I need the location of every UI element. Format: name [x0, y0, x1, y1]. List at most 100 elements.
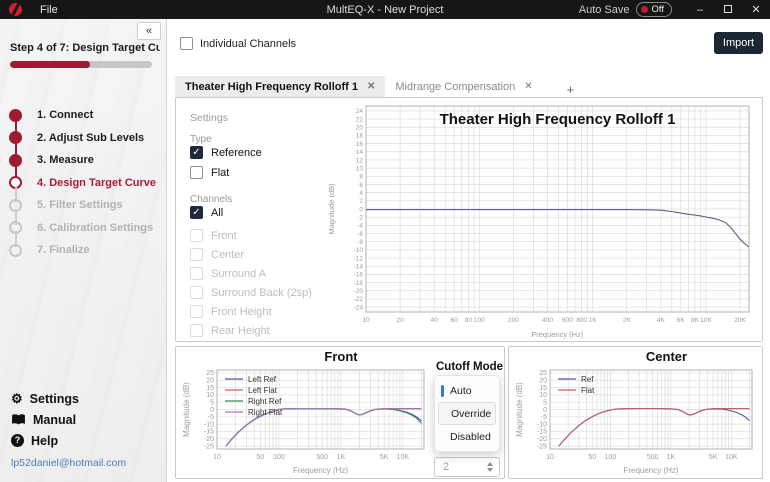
sidebar-step-adjust-sub-levels[interactable]: 2. Adjust Sub Levels	[0, 118, 166, 150]
close-button[interactable]: ✕	[742, 3, 770, 16]
svg-text:14: 14	[356, 149, 364, 156]
tab-close-icon[interactable]: ✕	[367, 81, 375, 92]
settings-label: Settings	[29, 391, 79, 406]
svg-text:10: 10	[546, 454, 554, 461]
channel-front-height-label: Front Height	[211, 305, 272, 318]
spin-up-icon[interactable]	[487, 462, 493, 466]
autosave-status-dot-icon	[640, 6, 648, 13]
order-spinner[interactable]: 2	[434, 457, 500, 477]
type-section-label: Type	[190, 134, 212, 145]
svg-text:100: 100	[474, 317, 485, 324]
tab-theater-high-frequency-rolloff[interactable]: Theater High Frequency Rolloff 1 ✕	[175, 76, 386, 97]
checkbox-icon	[190, 206, 203, 219]
sidebar-step-measure[interactable]: 3. Measure	[0, 141, 166, 172]
type-reference-checkbox[interactable]: Reference	[190, 146, 262, 159]
file-menu[interactable]: File	[32, 4, 66, 16]
svg-text:6: 6	[359, 182, 363, 189]
channel-surround-a-label: Surround A	[211, 267, 267, 280]
svg-text:10: 10	[206, 392, 214, 399]
checkbox-icon	[180, 37, 193, 50]
svg-text:-5: -5	[208, 414, 214, 421]
settings-button[interactable]: ⚙ Settings	[11, 388, 126, 409]
svg-text:-6: -6	[357, 231, 363, 238]
svg-text:-10: -10	[204, 421, 214, 428]
svg-text:500: 500	[647, 454, 659, 461]
svg-text:25: 25	[539, 370, 547, 377]
target-curve-chart[interactable]: -24 -22 -20 -18 -16 -14 -12 -10 -8 -6 -4 -2 0 2 4 6 8 10 1…	[326, 101, 758, 339]
autosave-toggle[interactable]: Off	[635, 2, 672, 17]
checkbox-icon	[190, 267, 203, 280]
channel-surround-back-label: Surround Back (2sp)	[211, 286, 312, 299]
import-button[interactable]: Import	[714, 32, 763, 54]
center-channel-panel: Center -25 -20 -15 -10 -5 0 5 10 15 20 25 10 50 100 50…	[508, 346, 763, 479]
tab-midrange-compensation[interactable]: Midrange Compensation ✕	[385, 76, 542, 97]
type-flat-checkbox[interactable]: Flat	[190, 166, 229, 179]
svg-text:-20: -20	[537, 436, 547, 443]
svg-text:-8: -8	[357, 239, 363, 246]
account-email-link[interactable]: lp52daniel@hotmail.com	[11, 457, 126, 469]
svg-text:10: 10	[362, 317, 370, 324]
center-channel-chart[interactable]: -25 -20 -15 -10 -5 0 5 10 15 20 25 10 50 100 500 1K 5K 10…	[514, 366, 759, 475]
svg-text:-15: -15	[204, 429, 214, 436]
sidebar-step-filter-settings[interactable]: 5. Filter Settings	[0, 186, 166, 217]
cutoff-option-disabled[interactable]: Disabled	[438, 425, 496, 448]
svg-text:Left Flat: Left Flat	[248, 386, 278, 395]
svg-text:-10: -10	[537, 421, 547, 428]
main-content: Individual Channels Import Theater High …	[167, 19, 770, 482]
target-curve-panel: Settings Type Reference Flat Channels Al…	[175, 97, 763, 342]
title-bar: File MultEQ-X - New Project Auto Save Of…	[0, 0, 770, 19]
svg-text:2: 2	[359, 198, 363, 205]
spin-down-icon[interactable]	[487, 468, 493, 472]
step-dot-icon	[9, 243, 22, 257]
svg-text:-25: -25	[537, 443, 547, 450]
svg-text:10: 10	[539, 392, 547, 399]
sidebar-step-design-target-curve[interactable]: 4. Design Target Curve	[0, 163, 166, 195]
svg-text:0: 0	[543, 407, 547, 414]
svg-text:10K: 10K	[700, 317, 712, 324]
manual-label: Manual	[33, 412, 77, 427]
svg-text:Magnitude (dB): Magnitude (dB)	[182, 382, 191, 437]
channel-all-checkbox[interactable]: All	[190, 206, 223, 219]
sidebar-collapse-button[interactable]: «	[137, 22, 161, 40]
front-channel-chart[interactable]: -25 -20 -15 -10 -5 0 5 10 15 20 25 10 50 100 500 1K 5K 10…	[181, 366, 431, 475]
svg-text:2K: 2K	[623, 317, 632, 324]
sidebar-step-calibration-settings[interactable]: 6. Calibration Settings	[0, 208, 166, 240]
svg-text:5: 5	[543, 399, 547, 406]
checkbox-icon	[190, 305, 203, 318]
checkbox-icon	[190, 166, 203, 179]
checkbox-icon	[190, 324, 203, 337]
step-label: 7. Finalize	[37, 244, 90, 257]
channel-front-label: Front	[211, 229, 237, 242]
help-button[interactable]: ? Help	[11, 430, 126, 451]
svg-text:-10: -10	[354, 247, 364, 254]
svg-text:600: 600	[562, 317, 573, 324]
svg-text:25: 25	[206, 370, 214, 377]
progress-bar	[10, 61, 152, 68]
tab-close-icon[interactable]: ✕	[524, 81, 532, 92]
svg-text:-16: -16	[354, 272, 364, 279]
cutoff-option-override[interactable]: Override	[438, 402, 496, 425]
svg-text:1K: 1K	[667, 454, 676, 461]
individual-channels-checkbox[interactable]: Individual Channels	[180, 37, 296, 50]
sidebar-step-finalize[interactable]: 7. Finalize	[0, 231, 166, 262]
svg-text:Flat: Flat	[581, 386, 595, 395]
step-label: 2. Adjust Sub Levels	[37, 131, 145, 144]
progress-bar-fill	[10, 61, 90, 68]
sidebar-step-connect[interactable]: 1. Connect	[0, 104, 166, 127]
svg-text:10: 10	[356, 165, 364, 172]
svg-text:Theater High Frequency Rolloff: Theater High Frequency Rolloff 1	[440, 111, 676, 128]
svg-text:8K: 8K	[691, 317, 700, 324]
svg-text:20: 20	[539, 378, 547, 385]
step-label: 3. Measure	[37, 154, 94, 167]
cutoff-option-auto[interactable]: Auto	[438, 379, 496, 402]
channels-section-label: Channels	[190, 194, 233, 205]
svg-text:4K: 4K	[657, 317, 666, 324]
order-value: 2	[443, 461, 450, 473]
svg-text:-5: -5	[541, 414, 547, 421]
manual-button[interactable]: Manual	[11, 409, 126, 430]
minimize-button[interactable]: –	[686, 4, 714, 16]
add-tab-button[interactable]: +	[561, 82, 581, 97]
restore-button[interactable]	[714, 4, 742, 16]
svg-text:-12: -12	[354, 255, 364, 262]
spinner-arrows-icon[interactable]	[487, 462, 499, 472]
